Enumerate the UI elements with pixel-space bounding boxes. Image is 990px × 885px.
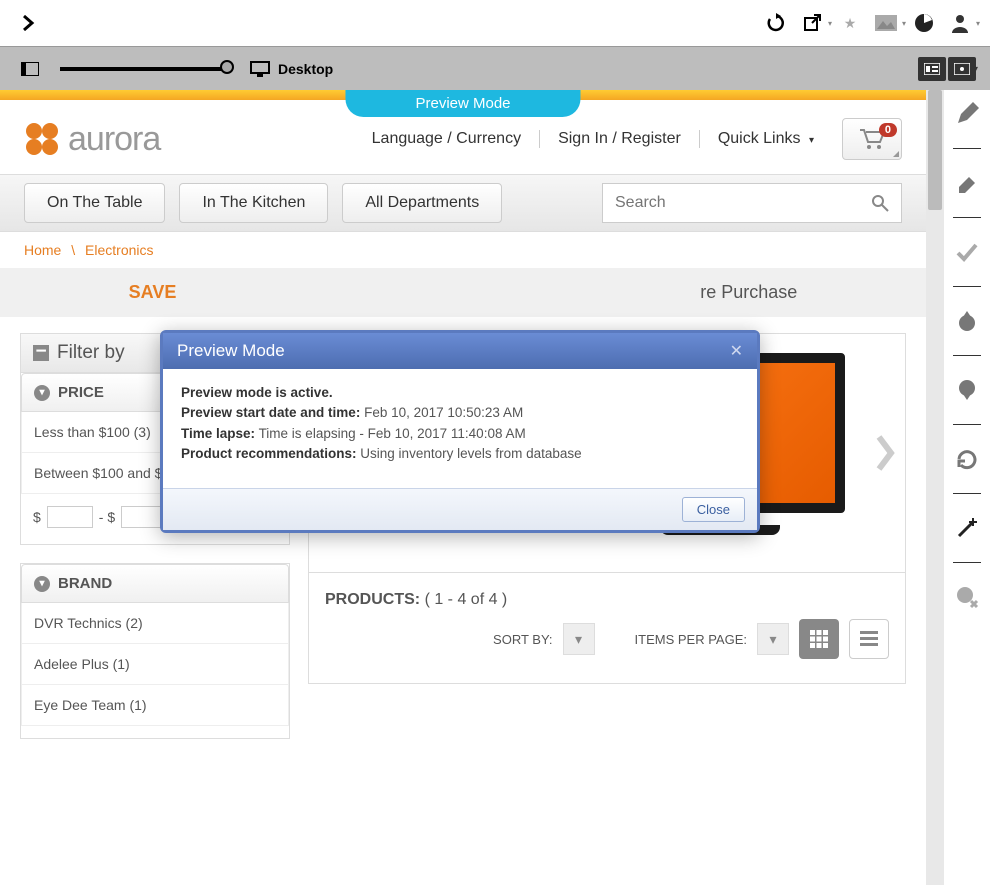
- promo-tail: re Purchase: [700, 282, 797, 302]
- eraser-icon[interactable]: [955, 171, 979, 195]
- globe-x-icon[interactable]: [955, 585, 979, 609]
- breadcrumb: Home \ Electronics: [0, 232, 926, 268]
- products-range: ( 1 - 4 of 4 ): [425, 591, 508, 608]
- image-icon[interactable]: [872, 9, 900, 37]
- device-mode-label: Desktop: [278, 61, 333, 77]
- carousel-next[interactable]: [865, 423, 905, 483]
- wand-icon[interactable]: [955, 516, 979, 540]
- search-input[interactable]: [615, 194, 871, 212]
- open-external-icon[interactable]: [798, 9, 826, 37]
- refresh-globe-icon[interactable]: [955, 447, 979, 471]
- language-currency-link[interactable]: Language / Currency: [354, 130, 540, 148]
- grid-view-button[interactable]: [799, 619, 839, 659]
- items-per-page-label: ITEMS PER PAGE:: [635, 632, 747, 647]
- list-view-button[interactable]: [849, 619, 889, 659]
- vertical-scrollbar[interactable]: [926, 90, 944, 885]
- nav-tab-on-the-table[interactable]: On The Table: [24, 183, 165, 223]
- logo-icon: [24, 121, 60, 157]
- chevron-down-icon: ▾: [809, 135, 814, 146]
- dialog-body: Preview mode is active. Preview start da…: [163, 369, 757, 488]
- filter-brand-item[interactable]: DVR Technics (2): [21, 603, 289, 644]
- chevron-down-icon: ▾: [34, 576, 50, 592]
- logo[interactable]: aurora: [24, 120, 160, 159]
- device-bar: Desktop ▾: [0, 46, 990, 90]
- cart-button[interactable]: 0: [842, 118, 902, 160]
- nav-tab-in-the-kitchen[interactable]: In The Kitchen: [179, 183, 328, 223]
- search-box[interactable]: [602, 183, 902, 223]
- user-icon[interactable]: [946, 9, 974, 37]
- globe-up-icon[interactable]: [955, 309, 979, 333]
- nav-bar: On The Table In The Kitchen All Departme…: [0, 174, 926, 232]
- filter-brand-item[interactable]: Adelee Plus (1): [21, 644, 289, 685]
- layout-btn-2[interactable]: [948, 57, 976, 81]
- dropdown-caret[interactable]: ▾: [974, 64, 978, 73]
- products-label: PRODUCTS:: [325, 591, 420, 608]
- items-per-page-dropdown[interactable]: ▾: [757, 623, 789, 655]
- pencil-icon[interactable]: [955, 102, 979, 126]
- preview-mode-tab: Preview Mode: [345, 90, 580, 117]
- dropdown-caret[interactable]: ▾: [976, 19, 980, 28]
- browser-toolbar: ▾ ★ ▾ ▾: [0, 0, 990, 46]
- panel-icon[interactable]: [16, 55, 44, 83]
- chevron-down-icon: ▾: [34, 385, 50, 401]
- globe-down-icon[interactable]: [955, 378, 979, 402]
- sort-by-label: SORT BY:: [493, 632, 553, 647]
- logo-text: aurora: [68, 120, 160, 159]
- layout-btn-1[interactable]: [918, 57, 946, 81]
- breadcrumb-electronics[interactable]: Electronics: [85, 242, 153, 258]
- tool-rail: [944, 90, 990, 885]
- breadcrumb-home[interactable]: Home: [24, 242, 61, 258]
- filter-brand-item[interactable]: Eye Dee Team (1): [21, 685, 289, 726]
- nav-tab-all-departments[interactable]: All Departments: [342, 183, 502, 223]
- close-button[interactable]: Close: [682, 497, 745, 522]
- promo-bar: SAVE re Purchase: [0, 268, 926, 317]
- cart-badge: 0: [879, 123, 897, 137]
- preview-mode-dialog: Preview Mode ✕ Preview mode is active. P…: [160, 330, 760, 533]
- sort-by-dropdown[interactable]: ▾: [563, 623, 595, 655]
- signin-register-link[interactable]: Sign In / Register: [540, 130, 700, 148]
- check-icon[interactable]: [955, 240, 979, 264]
- filter-brand-header[interactable]: ▾ BRAND: [21, 564, 289, 603]
- dialog-header: Preview Mode ✕: [163, 333, 757, 369]
- price-min-input[interactable]: [47, 506, 93, 528]
- refresh-icon[interactable]: [762, 9, 790, 37]
- dialog-title: Preview Mode: [177, 341, 285, 361]
- minus-icon: −: [33, 345, 49, 361]
- products-bar: PRODUCTS: ( 1 - 4 of 4 ) SORT BY: ▾ ITEM…: [308, 573, 906, 684]
- quick-links-link[interactable]: Quick Links ▾: [700, 130, 832, 148]
- close-icon[interactable]: ✕: [730, 341, 743, 361]
- dropdown-caret[interactable]: ▾: [828, 19, 832, 28]
- desktop-icon: [246, 55, 274, 83]
- star-icon[interactable]: ★: [836, 9, 864, 37]
- dialog-footer: Close: [163, 488, 757, 530]
- search-icon[interactable]: [871, 194, 889, 212]
- resize-corner-icon: [893, 151, 899, 157]
- promo-headline: SAVE: [129, 282, 177, 302]
- zoom-slider[interactable]: [60, 67, 230, 71]
- pie-icon[interactable]: [910, 9, 938, 37]
- forward-icon[interactable]: [14, 9, 42, 37]
- dropdown-caret[interactable]: ▾: [902, 19, 906, 28]
